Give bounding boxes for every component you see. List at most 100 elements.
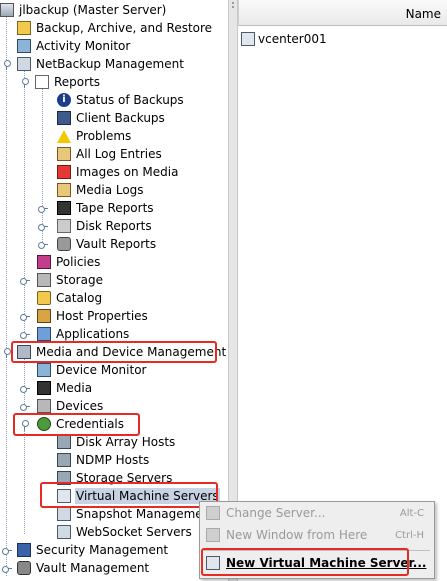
- column-header-name[interactable]: Name: [238, 0, 447, 26]
- expand-toggle[interactable]: [20, 402, 30, 411]
- tree-root[interactable]: jlbackup (Master Server): [0, 1, 167, 19]
- credentials-icon: [37, 417, 51, 431]
- tree-item-storage[interactable]: Storage: [37, 271, 104, 289]
- tree-item-tape-reports[interactable]: Tape Reports: [57, 199, 155, 217]
- tree-item-policies[interactable]: Policies: [37, 253, 101, 271]
- vault-management-icon: [17, 561, 31, 575]
- tree-item-vault-management[interactable]: Vault Management: [17, 559, 150, 577]
- tree-item-label: Media Logs: [76, 183, 144, 197]
- tree-item-disk-array-hosts[interactable]: Disk Array Hosts: [57, 433, 176, 451]
- master-server-icon: [0, 3, 14, 17]
- tree-item-label: Client Backups: [76, 111, 165, 125]
- tree-item-websocket-servers[interactable]: WebSocket Servers: [57, 523, 193, 541]
- tree-item-host-properties[interactable]: Host Properties: [37, 307, 149, 325]
- new-vm-server-icon: [206, 556, 220, 570]
- menu-item-change-server[interactable]: Change Server... Alt-C: [200, 502, 434, 524]
- backup-icon: [17, 21, 31, 35]
- tree-item-virtual-machine-servers[interactable]: Virtual Machine Servers: [57, 487, 220, 505]
- netbackup-icon: [17, 57, 31, 71]
- expand-toggle[interactable]: [20, 384, 30, 393]
- tree-item-activity-monitor[interactable]: Activity Monitor: [17, 37, 131, 55]
- tree-item-catalog[interactable]: Catalog: [37, 289, 103, 307]
- tree-item-media-logs[interactable]: Media Logs: [57, 181, 145, 199]
- pane-splitter[interactable]: [228, 0, 238, 581]
- security-icon: [17, 543, 31, 557]
- tree-item-label: Media and Device Management: [36, 345, 227, 359]
- tree-item-snapshot-management[interactable]: Snapshot Management: [57, 505, 216, 523]
- vcenter-icon: [241, 32, 255, 46]
- expand-toggle[interactable]: [38, 204, 48, 213]
- expand-toggle[interactable]: [2, 564, 12, 573]
- tree-item-label: Media: [56, 381, 93, 395]
- tree-item-applications[interactable]: Applications: [37, 325, 130, 343]
- menu-separator: [204, 550, 430, 551]
- context-menu: Change Server... Alt-C New Window from H…: [199, 501, 435, 579]
- tree-item-label: Device Monitor: [56, 363, 147, 377]
- change-server-icon: [206, 506, 220, 520]
- expand-toggle[interactable]: [20, 276, 30, 285]
- list-item-label: vcenter001: [258, 32, 327, 46]
- tree-item-label: Vault Management: [36, 561, 150, 575]
- tree-item-ndmp-hosts[interactable]: NDMP Hosts: [57, 451, 150, 469]
- reports-icon: [35, 75, 49, 89]
- websocket-icon: [57, 525, 71, 539]
- tree-item-all-log-entries[interactable]: All Log Entries: [57, 145, 163, 163]
- info-icon: i: [57, 93, 71, 107]
- new-window-icon: [206, 528, 220, 542]
- menu-item-new-window-from-here[interactable]: New Window from Here Ctrl-H: [200, 524, 434, 546]
- menu-item-label: New Window from Here: [226, 528, 368, 542]
- tree-item-problems[interactable]: Problems: [57, 127, 132, 145]
- tree-item-label: Catalog: [56, 291, 103, 305]
- expand-toggle[interactable]: [20, 312, 30, 321]
- disk-icon: [57, 219, 71, 233]
- disk-array-icon: [57, 435, 71, 449]
- tree-item-vault-reports[interactable]: Vault Reports: [57, 235, 157, 253]
- tree-item-label: Disk Array Hosts: [76, 435, 176, 449]
- tree-item-media[interactable]: Media: [37, 379, 93, 397]
- tree-item-security-management[interactable]: Security Management: [17, 541, 169, 559]
- expand-toggle[interactable]: [2, 348, 11, 358]
- tree-item-netbackup-management[interactable]: NetBackup Management: [17, 55, 185, 73]
- vault-icon: [57, 237, 71, 251]
- tree-item-backup-archive-restore[interactable]: Backup, Archive, and Restore: [17, 19, 213, 37]
- tree-item-label: NetBackup Management: [36, 57, 184, 71]
- list-item[interactable]: vcenter001: [241, 30, 327, 48]
- tree-item-devices[interactable]: Devices: [37, 397, 104, 415]
- expand-toggle[interactable]: [20, 420, 29, 430]
- tree-item-client-backups[interactable]: Client Backups: [57, 109, 166, 127]
- expand-toggle[interactable]: [2, 546, 12, 555]
- menu-item-new-virtual-machine-server[interactable]: New Virtual Machine Server...: [200, 552, 434, 574]
- tree-line: [24, 430, 25, 534]
- expand-toggle[interactable]: [20, 330, 30, 339]
- tree-item-disk-reports[interactable]: Disk Reports: [57, 217, 153, 235]
- tree-item-label: NDMP Hosts: [76, 453, 150, 467]
- tree-item-reports[interactable]: Reports: [35, 73, 101, 91]
- images-on-media-icon: [57, 165, 71, 179]
- media-device-icon: [17, 345, 31, 359]
- tree-item-media-device-management[interactable]: Media and Device Management: [17, 343, 227, 361]
- menu-item-label: New Virtual Machine Server...: [226, 556, 427, 570]
- menu-item-shortcut: Ctrl-H: [395, 529, 424, 541]
- tree-line: [24, 358, 25, 408]
- warning-icon: [57, 129, 71, 143]
- tree-item-credentials[interactable]: Credentials: [37, 415, 125, 433]
- devices-icon: [37, 399, 51, 413]
- expand-toggle[interactable]: [38, 240, 48, 249]
- tree-item-device-monitor[interactable]: Device Monitor: [37, 361, 147, 379]
- expand-toggle[interactable]: [38, 222, 48, 231]
- tree-item-label: Policies: [56, 255, 101, 269]
- tree-pane: jlbackup (Master Server) Backup, Archive…: [0, 0, 228, 581]
- tree-item-status-of-backups[interactable]: i Status of Backups: [57, 91, 185, 109]
- tree-item-label: Activity Monitor: [36, 39, 131, 53]
- tree-item-label: Images on Media: [76, 165, 179, 179]
- tree-item-label: Problems: [76, 129, 132, 143]
- tree-item-label: All Log Entries: [76, 147, 162, 161]
- expand-toggle[interactable]: [20, 78, 29, 88]
- tree-item-storage-servers[interactable]: Storage Servers: [57, 469, 173, 487]
- tree-item-label: Status of Backups: [76, 93, 184, 107]
- tree-line: [24, 70, 25, 336]
- tree-item-label: Reports: [54, 75, 101, 89]
- tree-item-images-on-media[interactable]: Images on Media: [57, 163, 179, 181]
- tree-item-label: Host Properties: [56, 309, 148, 323]
- expand-toggle[interactable]: [2, 60, 11, 70]
